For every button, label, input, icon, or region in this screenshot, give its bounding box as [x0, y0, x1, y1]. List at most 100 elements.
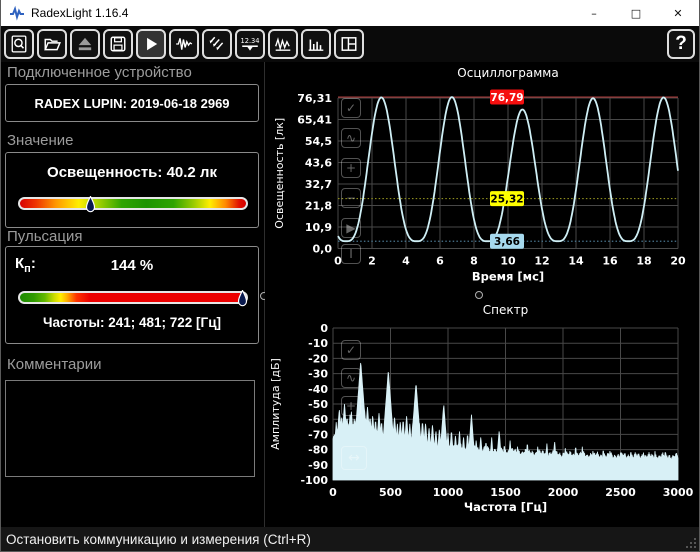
- kp-value: 144 %: [6, 257, 258, 274]
- maximize-button[interactable]: □: [615, 0, 657, 26]
- illuminance-value: Освещенность: 40.2 лк: [6, 164, 258, 181]
- svg-text:43,6: 43,6: [305, 157, 332, 170]
- window-title: RadexLight 1.16.4: [31, 6, 128, 20]
- spec-autoscale-icon[interactable]: ∿: [341, 368, 361, 388]
- svg-text:12.34: 12.34: [240, 37, 259, 45]
- save-file-button[interactable]: [103, 29, 133, 59]
- horizontal-splitter-grip[interactable]: [475, 291, 483, 299]
- device-preview-button[interactable]: [4, 29, 34, 59]
- svg-text:-40: -40: [308, 383, 328, 396]
- svg-text:0: 0: [329, 486, 337, 499]
- window-controls: – □ ✕: [573, 0, 699, 26]
- svg-text:-90: -90: [308, 459, 328, 472]
- status-text: Остановить коммуникацию и измерения (Ctr…: [6, 532, 311, 547]
- svg-text:16: 16: [602, 255, 618, 268]
- pulse-waveform-icon: [175, 35, 193, 53]
- layout-view-button[interactable]: [334, 29, 364, 59]
- device-box: RADEX LUPIN: 2019-06-18 2969: [5, 84, 259, 122]
- svg-text:14: 14: [568, 255, 584, 268]
- left-panel: Подключенное устройство RADEX LUPIN: 201…: [1, 62, 264, 527]
- app-logo-icon: [9, 5, 25, 21]
- spectrum-bars-icon: [307, 35, 325, 53]
- osc-zoom-in-icon[interactable]: +: [341, 158, 361, 178]
- svg-text:500: 500: [379, 486, 402, 499]
- device-section-header: Подключенное устройство: [7, 64, 192, 81]
- oscillogram-chart[interactable]: 76,79 25,32 3,66 Осциллограмма 0,0 10,9 21,8 32…: [265, 62, 700, 300]
- frequencies-value: Частоты: 241; 481; 722 [Гц]: [6, 315, 258, 330]
- resize-grip-icon[interactable]: [685, 537, 697, 549]
- magnifier-document-icon: [10, 35, 28, 53]
- pulsation-box: Кп: 144 % Частоты: 241; 481; 722 [Гц]: [5, 246, 259, 344]
- svg-text:0,0: 0,0: [313, 243, 333, 256]
- svg-text:32,7: 32,7: [305, 178, 332, 191]
- osc-autoscale-icon[interactable]: ∿: [341, 128, 361, 148]
- svg-text:-50: -50: [308, 398, 328, 411]
- osc-zoom-out-icon[interactable]: −: [341, 188, 361, 208]
- app-window: RadexLight 1.16.4 – □ ✕: [0, 0, 700, 552]
- play-icon: [142, 35, 160, 53]
- svg-text:10,9: 10,9: [305, 221, 332, 234]
- svg-text:2: 2: [368, 255, 376, 268]
- svg-text:21,8: 21,8: [305, 200, 332, 213]
- osc-cursor-mode-icon[interactable]: ▶: [341, 218, 361, 238]
- svg-text:-30: -30: [308, 368, 328, 381]
- numeric-display-mode-button[interactable]: 12.34: [235, 29, 265, 59]
- svg-text:20: 20: [670, 255, 686, 268]
- osc-select-mode-icon[interactable]: ✓: [341, 98, 361, 118]
- svg-text:18: 18: [636, 255, 651, 268]
- minimize-button[interactable]: –: [573, 0, 615, 26]
- spec-zoom-in-icon[interactable]: +: [341, 396, 361, 416]
- svg-text:0: 0: [320, 322, 328, 335]
- svg-text:-80: -80: [308, 444, 328, 457]
- svg-text:54,5: 54,5: [305, 135, 332, 148]
- svg-text:-20: -20: [308, 352, 328, 365]
- spectrum-view-button[interactable]: [301, 29, 331, 59]
- osc-interval-mode-icon[interactable]: I: [341, 244, 361, 264]
- eject-device-button[interactable]: [70, 29, 100, 59]
- comments-section-header: Комментарии: [7, 356, 101, 373]
- waveform-mode-button[interactable]: [169, 29, 199, 59]
- charts-panel: 76,79 25,32 3,66 Осциллограмма 0,0 10,9 21,8 32…: [265, 62, 699, 527]
- svg-text:3,66: 3,66: [494, 236, 520, 248]
- svg-text:4: 4: [402, 255, 410, 268]
- svg-text:Частота [Гц]: Частота [Гц]: [464, 500, 547, 514]
- help-button[interactable]: ?: [667, 29, 695, 59]
- svg-text:Время [мс]: Время [мс]: [472, 270, 544, 284]
- device-name: RADEX LUPIN: 2019-06-18 2969: [34, 96, 229, 111]
- open-file-button[interactable]: [37, 29, 67, 59]
- pulsation-scale-bar: [18, 291, 248, 304]
- eject-icon: [76, 35, 94, 53]
- svg-text:2500: 2500: [605, 486, 636, 499]
- pulsation-marker-icon: [237, 290, 248, 307]
- spec-select-mode-icon[interactable]: ✓: [341, 340, 361, 360]
- play-measurement-button[interactable]: [136, 29, 166, 59]
- svg-text:Освещенность [лк]: Освещенность [лк]: [273, 118, 286, 229]
- open-folder-icon: [43, 35, 61, 53]
- layout-panels-icon: [340, 35, 358, 53]
- svg-text:76,79: 76,79: [490, 92, 523, 104]
- svg-text:-10: -10: [308, 337, 328, 350]
- svg-text:10: 10: [500, 255, 516, 268]
- light-rays-mode-button[interactable]: [202, 29, 232, 59]
- comments-input[interactable]: [5, 380, 255, 477]
- svg-text:Спектр: Спектр: [483, 303, 528, 317]
- oscillogram-view-button[interactable]: [268, 29, 298, 59]
- close-button[interactable]: ✕: [657, 0, 699, 26]
- spec-pan-icon[interactable]: ↔: [341, 446, 367, 470]
- svg-text:Осциллограмма: Осциллограмма: [457, 66, 558, 80]
- illuminance-marker-icon: [85, 196, 96, 213]
- pulsation-section-header: Пульсация: [7, 228, 82, 245]
- svg-text:Амплитуда [дБ]: Амплитуда [дБ]: [269, 358, 282, 450]
- oscillogram-icon: [274, 35, 292, 53]
- svg-text:76,31: 76,31: [297, 92, 332, 105]
- floppy-save-icon: [109, 35, 127, 53]
- spectrum-chart[interactable]: Спектр0-10-20-30-40-50-60-70-80-90-10005…: [265, 300, 700, 528]
- svg-text:-100: -100: [300, 474, 328, 487]
- svg-text:6: 6: [436, 255, 444, 268]
- svg-text:3000: 3000: [663, 486, 694, 499]
- value-section-header: Значение: [7, 132, 74, 149]
- svg-text:1000: 1000: [433, 486, 464, 499]
- svg-text:25,32: 25,32: [490, 193, 523, 205]
- title-bar: RadexLight 1.16.4 – □ ✕: [1, 0, 699, 26]
- svg-text:8: 8: [470, 255, 478, 268]
